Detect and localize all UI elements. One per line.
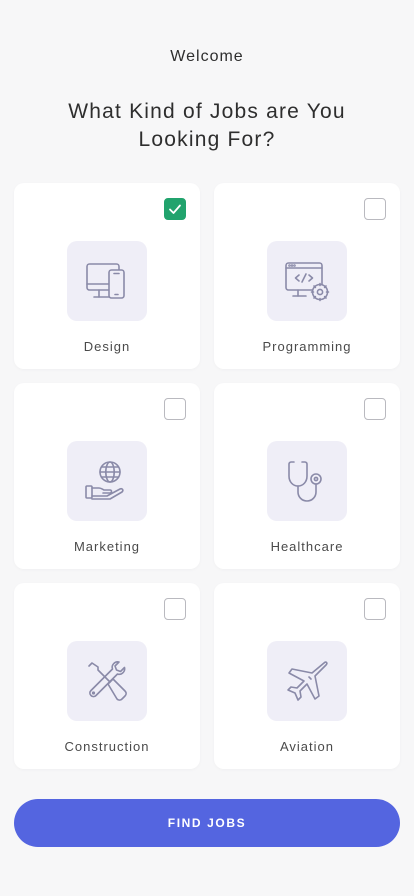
tools-icon bbox=[67, 641, 147, 721]
category-card-aviation[interactable]: Aviation bbox=[214, 583, 400, 769]
job-category-grid: Design Programming Marketing Healthcare … bbox=[14, 183, 400, 769]
welcome-label: Welcome bbox=[170, 48, 244, 65]
category-label: Design bbox=[83, 339, 131, 354]
category-label: Marketing bbox=[73, 539, 141, 554]
category-card-construction[interactable]: Construction bbox=[14, 583, 200, 769]
category-card-marketing[interactable]: Marketing bbox=[14, 383, 200, 569]
design-checkbox[interactable] bbox=[164, 198, 186, 220]
category-card-healthcare[interactable]: Healthcare bbox=[214, 383, 400, 569]
category-label: Construction bbox=[64, 739, 150, 754]
marketing-checkbox[interactable] bbox=[164, 398, 186, 420]
category-label: Aviation bbox=[279, 739, 334, 754]
checkmark-icon bbox=[169, 204, 181, 214]
construction-checkbox[interactable] bbox=[164, 598, 186, 620]
code-settings-icon bbox=[267, 241, 347, 321]
job-preferences-screen: Welcome What Kind of Jobs are You Lookin… bbox=[0, 0, 414, 896]
devices-icon bbox=[67, 241, 147, 321]
category-card-design[interactable]: Design bbox=[14, 183, 200, 369]
airplane-icon bbox=[267, 641, 347, 721]
page-title: What Kind of Jobs are You Looking For? bbox=[68, 100, 346, 151]
stethoscope-icon bbox=[267, 441, 347, 521]
globe-hand-icon bbox=[67, 441, 147, 521]
category-card-programming[interactable]: Programming bbox=[214, 183, 400, 369]
category-label: Programming bbox=[262, 339, 352, 354]
programming-checkbox[interactable] bbox=[364, 198, 386, 220]
healthcare-checkbox[interactable] bbox=[364, 398, 386, 420]
find-jobs-button[interactable]: FIND JOBS bbox=[14, 799, 400, 847]
aviation-checkbox[interactable] bbox=[364, 598, 386, 620]
category-label: Healthcare bbox=[270, 539, 344, 554]
